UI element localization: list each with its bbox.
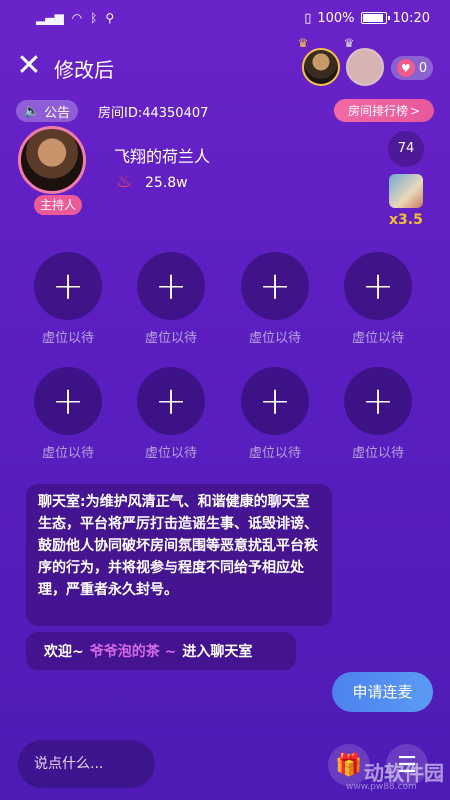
status-right: ▯ 100% 10:20 — [304, 11, 430, 26]
flame-icon: ♨ — [116, 171, 133, 192]
battery-icon — [360, 12, 390, 24]
battery-percent: 100% — [317, 10, 355, 26]
add-seat-icon[interactable]: + — [241, 367, 309, 435]
bluetooth-icon: ᛒ — [90, 11, 98, 25]
gift-activity-icon[interactable] — [389, 174, 423, 208]
seat-label: 虚位以待 — [248, 331, 301, 346]
seat-2[interactable]: + 虚位以待 — [137, 252, 205, 346]
welcome-message: 欢迎~ 爷爷泡的茶 ~ 进入聊天室 — [26, 632, 296, 670]
chevron-right-icon: > — [409, 103, 421, 118]
add-seat-icon[interactable]: + — [241, 252, 309, 320]
seat-7[interactable]: + 虚位以待 — [241, 367, 309, 461]
add-seat-icon[interactable]: + — [137, 252, 205, 320]
close-icon[interactable]: ✕ — [14, 51, 44, 82]
like-counter[interactable]: ♥ 0 — [391, 56, 433, 80]
top-viewer-avatar-1[interactable] — [302, 48, 340, 86]
seat-label: 虚位以待 — [351, 446, 404, 461]
like-count: 0 — [418, 60, 428, 76]
seat-label: 虚位以待 — [144, 446, 197, 461]
heart-icon: ♥ — [396, 59, 415, 77]
wifi-icon: ◠ — [71, 11, 83, 25]
clock: 10:20 — [392, 10, 430, 26]
seat-8[interactable]: + 虚位以待 — [344, 367, 412, 461]
silver-crown-icon: ♛ — [343, 36, 355, 50]
welcome-suffix: 进入聊天室 — [182, 644, 253, 660]
add-seat-icon[interactable]: + — [137, 367, 205, 435]
welcome-prefix: 欢迎~ — [44, 644, 84, 660]
online-count[interactable]: 74 — [388, 131, 424, 167]
vibrate-icon: ▯ — [304, 10, 312, 26]
host-hot-value: 25.8w — [145, 175, 188, 191]
welcome-username[interactable]: 爷爷泡的茶 ~ — [90, 641, 177, 661]
room-rank-button[interactable]: 房间排行榜 > — [334, 99, 434, 122]
rank-label: 房间排行榜 — [347, 104, 408, 118]
seat-6[interactable]: + 虚位以待 — [137, 367, 205, 461]
host-avatar[interactable] — [18, 126, 86, 194]
notice-row: 🔈 公告 房间ID:44350407 房间排行榜 > — [0, 98, 450, 124]
seat-label: 虚位以待 — [41, 446, 94, 461]
seat-3[interactable]: + 虚位以待 — [241, 252, 309, 346]
host-name: 飞翔的荷兰人 — [114, 147, 211, 166]
seat-label: 虚位以待 — [248, 446, 301, 461]
room-title: 修改后 — [54, 58, 114, 82]
apply-mic-button[interactable]: 申请连麦 — [332, 672, 433, 712]
status-bar: ▂▄▆ ◠ ᛒ ⚲ ▯ 100% 10:20 — [0, 0, 450, 36]
seat-5[interactable]: + 虚位以待 — [34, 367, 102, 461]
chat-input[interactable]: 说点什么... — [18, 740, 155, 788]
gift-icon[interactable]: 🎁 — [328, 744, 370, 786]
add-seat-icon[interactable]: + — [344, 367, 412, 435]
seat-label: 虚位以待 — [144, 331, 197, 346]
chat-rules-message: 聊天室:为维护风清正气、和谐健康的聊天室生态，平台将严厉打击造谣生事、诋毁诽谤、… — [26, 484, 332, 626]
battery-fill — [362, 14, 383, 22]
add-seat-icon[interactable]: + — [34, 252, 102, 320]
gift-multiplier: x3.5 — [389, 212, 423, 228]
signal-icon: ▂▄▆ — [36, 11, 64, 25]
status-icons: ▂▄▆ ◠ ᛒ ⚲ — [36, 11, 114, 25]
top-viewer-avatar-2[interactable] — [346, 48, 384, 86]
seat-4[interactable]: + 虚位以待 — [344, 252, 412, 346]
speaker-icon: 🔈 — [23, 103, 41, 119]
host-tag: 主持人 — [34, 195, 82, 215]
gold-crown-icon: ♛ — [297, 36, 309, 50]
seat-label: 虚位以待 — [351, 331, 404, 346]
seat-label: 虚位以待 — [41, 331, 94, 346]
notice-label: 公告 — [44, 105, 71, 121]
room-id: 房间ID:44350407 — [98, 106, 209, 121]
notice-button[interactable]: 🔈 公告 — [16, 100, 78, 122]
menu-icon[interactable]: ☰ — [386, 744, 428, 786]
usb-icon: ⚲ — [105, 11, 115, 25]
add-seat-icon[interactable]: + — [34, 367, 102, 435]
header: ✕ 修改后 ♛ ♛ ♥ 0 — [0, 37, 450, 90]
seat-1[interactable]: + 虚位以待 — [34, 252, 102, 346]
add-seat-icon[interactable]: + — [344, 252, 412, 320]
